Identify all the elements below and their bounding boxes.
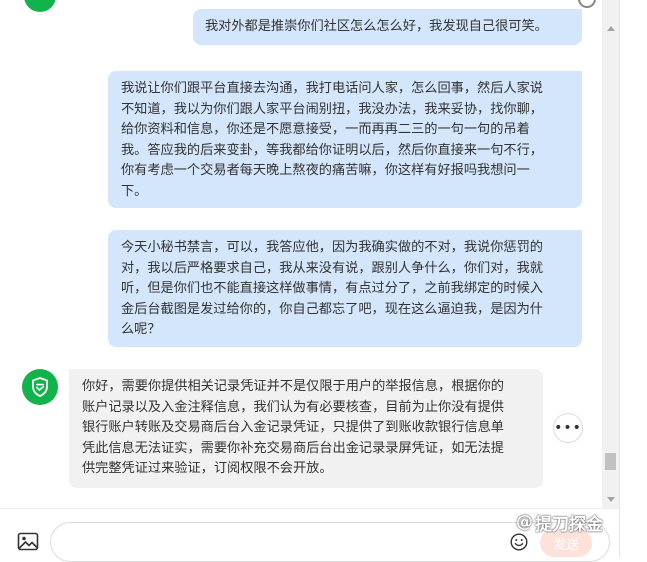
more-icon: ••• (554, 420, 582, 436)
shield-check-icon (32, 377, 48, 397)
message-bubble-user: 我对外都是推崇你们社区怎么怎么好，我发现自己很可笑。 (193, 9, 582, 45)
message-bubble-user: 今天小秘书禁言，可以，我答应他，因为我确实做的不对，我说你惩罚的 对，我以后严格… (108, 230, 582, 347)
message-input[interactable] (67, 531, 491, 555)
emoji-icon[interactable] (510, 533, 528, 551)
scroll-up-arrow-icon[interactable] (607, 26, 615, 31)
scroll-down-arrow-icon[interactable] (607, 497, 615, 502)
more-button[interactable]: ••• (553, 413, 583, 443)
message-bubble-user: 我说让你们跟平台直接去沟通，我打电话问人家，怎么回事，然后人家说 不知道，我以为… (108, 71, 582, 208)
bot-avatar (22, 369, 58, 405)
window-icon[interactable] (578, 0, 596, 8)
chat-area: 我对外都是推崇你们社区怎么怎么好，我发现自己很可笑。 我说让你们跟平台直接去沟通… (0, 0, 602, 508)
scroll-thumb[interactable] (605, 453, 616, 470)
scrollbar[interactable] (602, 0, 619, 508)
watermark-text: 提刀探金 (535, 514, 603, 535)
message-bubble-bot: 你好，需要你提供相关记录凭证并不是仅限于用户的举报信息，根据你的 账户记录以及入… (69, 369, 543, 488)
image-icon[interactable] (17, 532, 39, 551)
watermark-prefix: @ (516, 512, 533, 532)
watermark: @ 提刀探金 (516, 510, 603, 535)
side-panel-edge (619, 0, 647, 557)
avatar (24, 0, 56, 12)
